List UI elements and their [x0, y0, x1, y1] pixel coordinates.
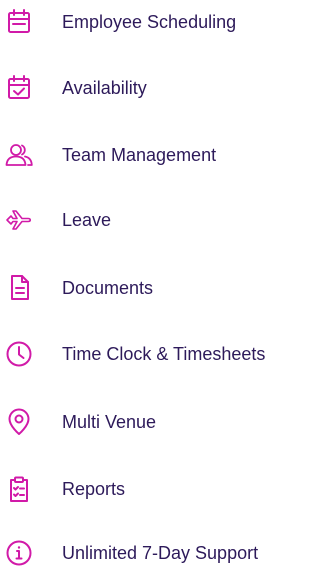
users-icon [4, 140, 34, 170]
menu-item-leave[interactable]: Leave [0, 200, 300, 240]
calendar-check-icon [4, 73, 34, 103]
info-icon [4, 538, 34, 568]
document-icon [4, 273, 34, 303]
menu-item-label: Multi Venue [62, 412, 157, 432]
menu-item-label: Availability [62, 78, 147, 98]
menu-item-time-clock-timesheets[interactable]: Time Clock & Timesheets [0, 334, 300, 374]
menu-item-availability[interactable]: Availability [0, 68, 300, 108]
plane-icon [4, 205, 34, 235]
menu-item-label: Unlimited 7-Day Support [62, 543, 259, 563]
feature-menu: Employee Scheduling Availability Team Ma… [0, 0, 300, 570]
menu-item-team-management[interactable]: Team Management [0, 135, 300, 175]
menu-item-unlimited-support[interactable]: Unlimited 7-Day Support [0, 533, 300, 570]
menu-item-label: Employee Scheduling [62, 12, 237, 32]
clock-icon [4, 339, 34, 369]
clipboard-list-icon [4, 474, 34, 504]
menu-item-label: Leave [62, 210, 112, 230]
menu-item-label: Time Clock & Timesheets [62, 344, 266, 364]
menu-item-label: Documents [62, 278, 154, 298]
menu-item-label: Reports [62, 479, 126, 499]
location-pin-icon [4, 407, 34, 437]
menu-item-label: Team Management [62, 145, 217, 165]
menu-item-multi-venue[interactable]: Multi Venue [0, 402, 300, 442]
menu-item-documents[interactable]: Documents [0, 268, 300, 308]
calendar-icon [4, 7, 34, 37]
menu-item-employee-scheduling[interactable]: Employee Scheduling [0, 2, 300, 42]
menu-item-reports[interactable]: Reports [0, 469, 300, 509]
